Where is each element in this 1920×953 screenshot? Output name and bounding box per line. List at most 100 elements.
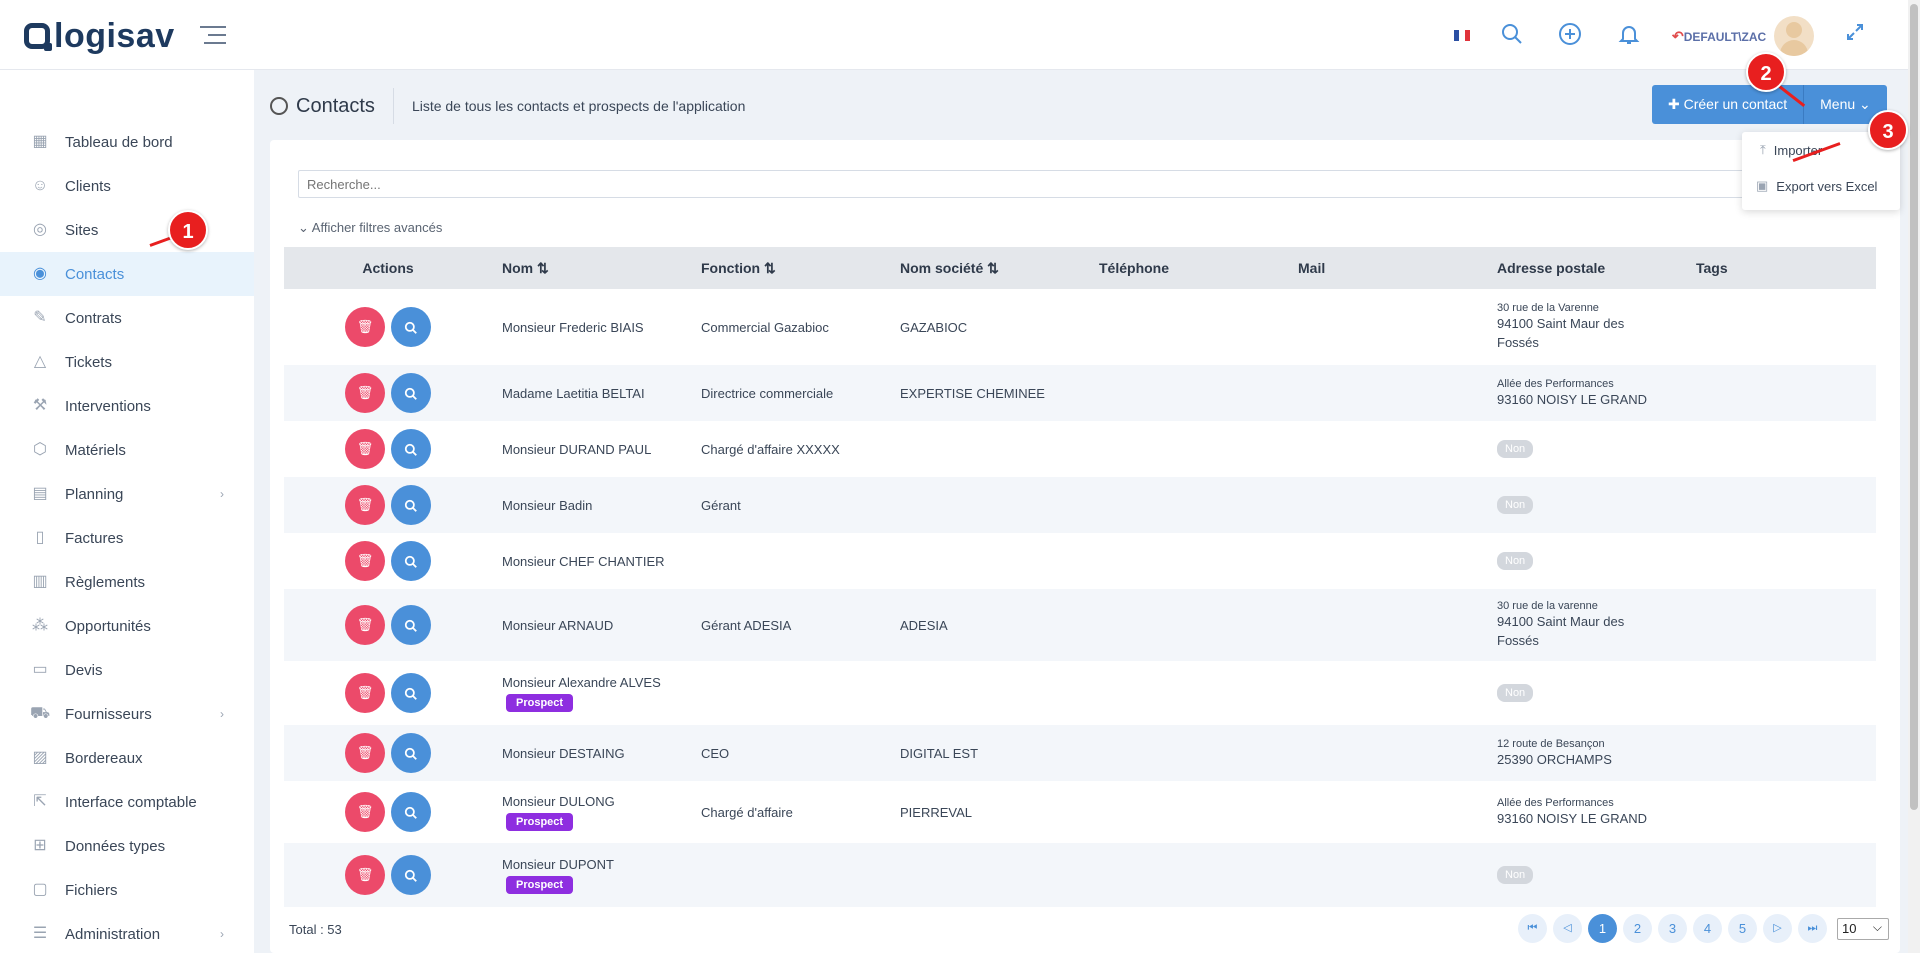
- cell-adresse: Non: [1487, 421, 1686, 477]
- scrollbar-thumb[interactable]: [1910, 4, 1918, 810]
- logo[interactable]: logisav: [24, 17, 175, 55]
- cell-fonction: [691, 661, 890, 725]
- view-button[interactable]: [391, 792, 431, 832]
- next-page-button[interactable]: ▷: [1763, 914, 1792, 943]
- contact-name[interactable]: Monsieur DESTAING: [502, 746, 625, 761]
- page-button-2[interactable]: 2: [1623, 914, 1652, 943]
- cell-mail: [1288, 421, 1487, 477]
- impersonation-user-label[interactable]: ↶DEFAULT\ZAC: [1672, 28, 1766, 45]
- user-label-text: DEFAULT\ZAC: [1683, 30, 1767, 44]
- page-button-4[interactable]: 4: [1693, 914, 1722, 943]
- avatar[interactable]: [1774, 16, 1814, 56]
- calendar-icon: ▤: [32, 485, 48, 502]
- sidebar-item-label: Clients: [65, 177, 111, 195]
- sidebar-item-clients[interactable]: ☺ Clients: [0, 164, 254, 208]
- search-input[interactable]: [298, 170, 1756, 198]
- cell-mail: [1288, 533, 1487, 589]
- delete-button[interactable]: 🗑: [345, 373, 385, 413]
- sidebar-item-reglements[interactable]: ▥ Règlements: [0, 560, 254, 604]
- expand-icon[interactable]: [1842, 22, 1868, 48]
- delete-button[interactable]: 🗑: [345, 541, 385, 581]
- delete-button[interactable]: 🗑: [345, 429, 385, 469]
- advanced-filters-toggle[interactable]: ⌄ Afficher filtres avancés: [298, 220, 442, 236]
- search-icon[interactable]: [1499, 22, 1525, 48]
- delete-button[interactable]: 🗑: [345, 307, 385, 347]
- sidebar-item-factures[interactable]: ▯ Factures: [0, 516, 254, 560]
- view-button[interactable]: [391, 605, 431, 645]
- view-button[interactable]: [391, 673, 431, 713]
- sidebar-item-bordereaux[interactable]: ▨ Bordereaux: [0, 736, 254, 780]
- page-button-1[interactable]: 1: [1588, 914, 1617, 943]
- page-button-3[interactable]: 3: [1658, 914, 1687, 943]
- sidebar-item-label: Données types: [65, 837, 166, 855]
- delete-button[interactable]: 🗑: [345, 855, 385, 895]
- delete-button[interactable]: 🗑: [345, 485, 385, 525]
- prev-page-button[interactable]: ◁: [1553, 914, 1582, 943]
- cell-fonction: Chargé d'affaire: [701, 804, 793, 820]
- contact-name[interactable]: Monsieur DURAND PAUL: [502, 442, 651, 457]
- prospect-badge: Prospect: [506, 875, 574, 894]
- bell-icon[interactable]: [1616, 22, 1642, 48]
- delete-button[interactable]: 🗑: [345, 733, 385, 773]
- contact-name[interactable]: Monsieur DUPONT: [502, 857, 614, 872]
- sidebar-item-devis[interactable]: ▭ Devis: [0, 648, 254, 692]
- sidebar-item-sites[interactable]: ◎ Sites: [0, 208, 254, 252]
- sidebar-item-opportunites[interactable]: ⁂ Opportunités: [0, 604, 254, 648]
- sidebar-item-tableau-de-bord[interactable]: ▦ Tableau de bord: [0, 120, 254, 164]
- contact-name[interactable]: Monsieur DULONG: [502, 794, 615, 809]
- sidebar-item-contrats[interactable]: ✎ Contrats: [0, 296, 254, 340]
- sidebar-item-tickets[interactable]: △ Tickets: [0, 340, 254, 384]
- view-button[interactable]: [391, 855, 431, 895]
- search-icon: [404, 555, 417, 568]
- view-button[interactable]: [391, 373, 431, 413]
- sidebar-item-donnees-types[interactable]: ⊞ Données types: [0, 824, 254, 868]
- row-actions: 🗑: [284, 843, 492, 907]
- view-button[interactable]: [391, 541, 431, 581]
- cell-fonction: CEO: [691, 725, 890, 781]
- page-scrollbar[interactable]: [1908, 0, 1920, 953]
- page-title-bar: Contacts Liste de tous les contacts et p…: [270, 88, 745, 124]
- contact-name[interactable]: Monsieur Badin: [502, 498, 592, 513]
- menu-toggle-icon[interactable]: [200, 26, 226, 46]
- row-actions: 🗑: [284, 533, 492, 589]
- callout-2: 2: [1746, 52, 1786, 92]
- contact-name[interactable]: Monsieur Alexandre ALVES: [502, 675, 661, 690]
- delete-button[interactable]: 🗑: [345, 792, 385, 832]
- export-excel-menu-item[interactable]: ▣ Export vers Excel: [1756, 178, 1877, 194]
- view-button[interactable]: [391, 429, 431, 469]
- sidebar-item-interface-comptable[interactable]: ⇱ Interface comptable: [0, 780, 254, 824]
- cell-mail: [1288, 843, 1487, 907]
- sidebar-item-contacts[interactable]: ◉ Contacts: [0, 252, 254, 296]
- first-page-button[interactable]: ⏮: [1518, 914, 1547, 943]
- cell-tags: [1686, 421, 1876, 477]
- french-flag-icon[interactable]: [1454, 30, 1470, 41]
- sidebar-item-planning[interactable]: ▤ Planning ›: [0, 472, 254, 516]
- contact-name[interactable]: Madame Laetitia BELTAI: [502, 386, 645, 401]
- page-size-select[interactable]: 10: [1837, 917, 1889, 940]
- add-circle-icon[interactable]: [1557, 22, 1583, 48]
- last-page-button[interactable]: ⏭: [1798, 914, 1827, 943]
- sidebar-item-fichiers[interactable]: ▢ Fichiers: [0, 868, 254, 912]
- col-fonction[interactable]: Fonction ⇅: [691, 247, 890, 289]
- contact-name[interactable]: Monsieur CHEF CHANTIER: [502, 554, 665, 569]
- sidebar-item-administration[interactable]: ☰ Administration ›: [0, 912, 254, 953]
- import-menu-item[interactable]: ⤒ Importer: [1760, 142, 1822, 158]
- col-nom[interactable]: Nom ⇅: [492, 247, 691, 289]
- page-button-5[interactable]: 5: [1728, 914, 1757, 943]
- cell-telephone: [1089, 725, 1288, 781]
- col-societe[interactable]: Nom société ⇅: [890, 247, 1089, 289]
- contact-name[interactable]: Monsieur Frederic BIAIS: [502, 320, 644, 335]
- sidebar-item-interventions[interactable]: ⚒ Interventions: [0, 384, 254, 428]
- sidebar-item-materiels[interactable]: ⬡ Matériels: [0, 428, 254, 472]
- view-button[interactable]: [391, 733, 431, 773]
- view-button[interactable]: [391, 485, 431, 525]
- sidebar-item-fournisseurs[interactable]: ⛟ Fournisseurs ›: [0, 692, 254, 736]
- delete-button[interactable]: 🗑: [345, 673, 385, 713]
- cell-telephone: [1089, 533, 1288, 589]
- contact-name[interactable]: Monsieur ARNAUD: [502, 618, 613, 633]
- cell-telephone: [1089, 421, 1288, 477]
- table-row: 🗑 Monsieur Badin Gérant Non: [284, 477, 1876, 533]
- create-contact-button[interactable]: ✚ Créer un contact: [1652, 85, 1805, 124]
- delete-button[interactable]: 🗑: [345, 605, 385, 645]
- view-button[interactable]: [391, 307, 431, 347]
